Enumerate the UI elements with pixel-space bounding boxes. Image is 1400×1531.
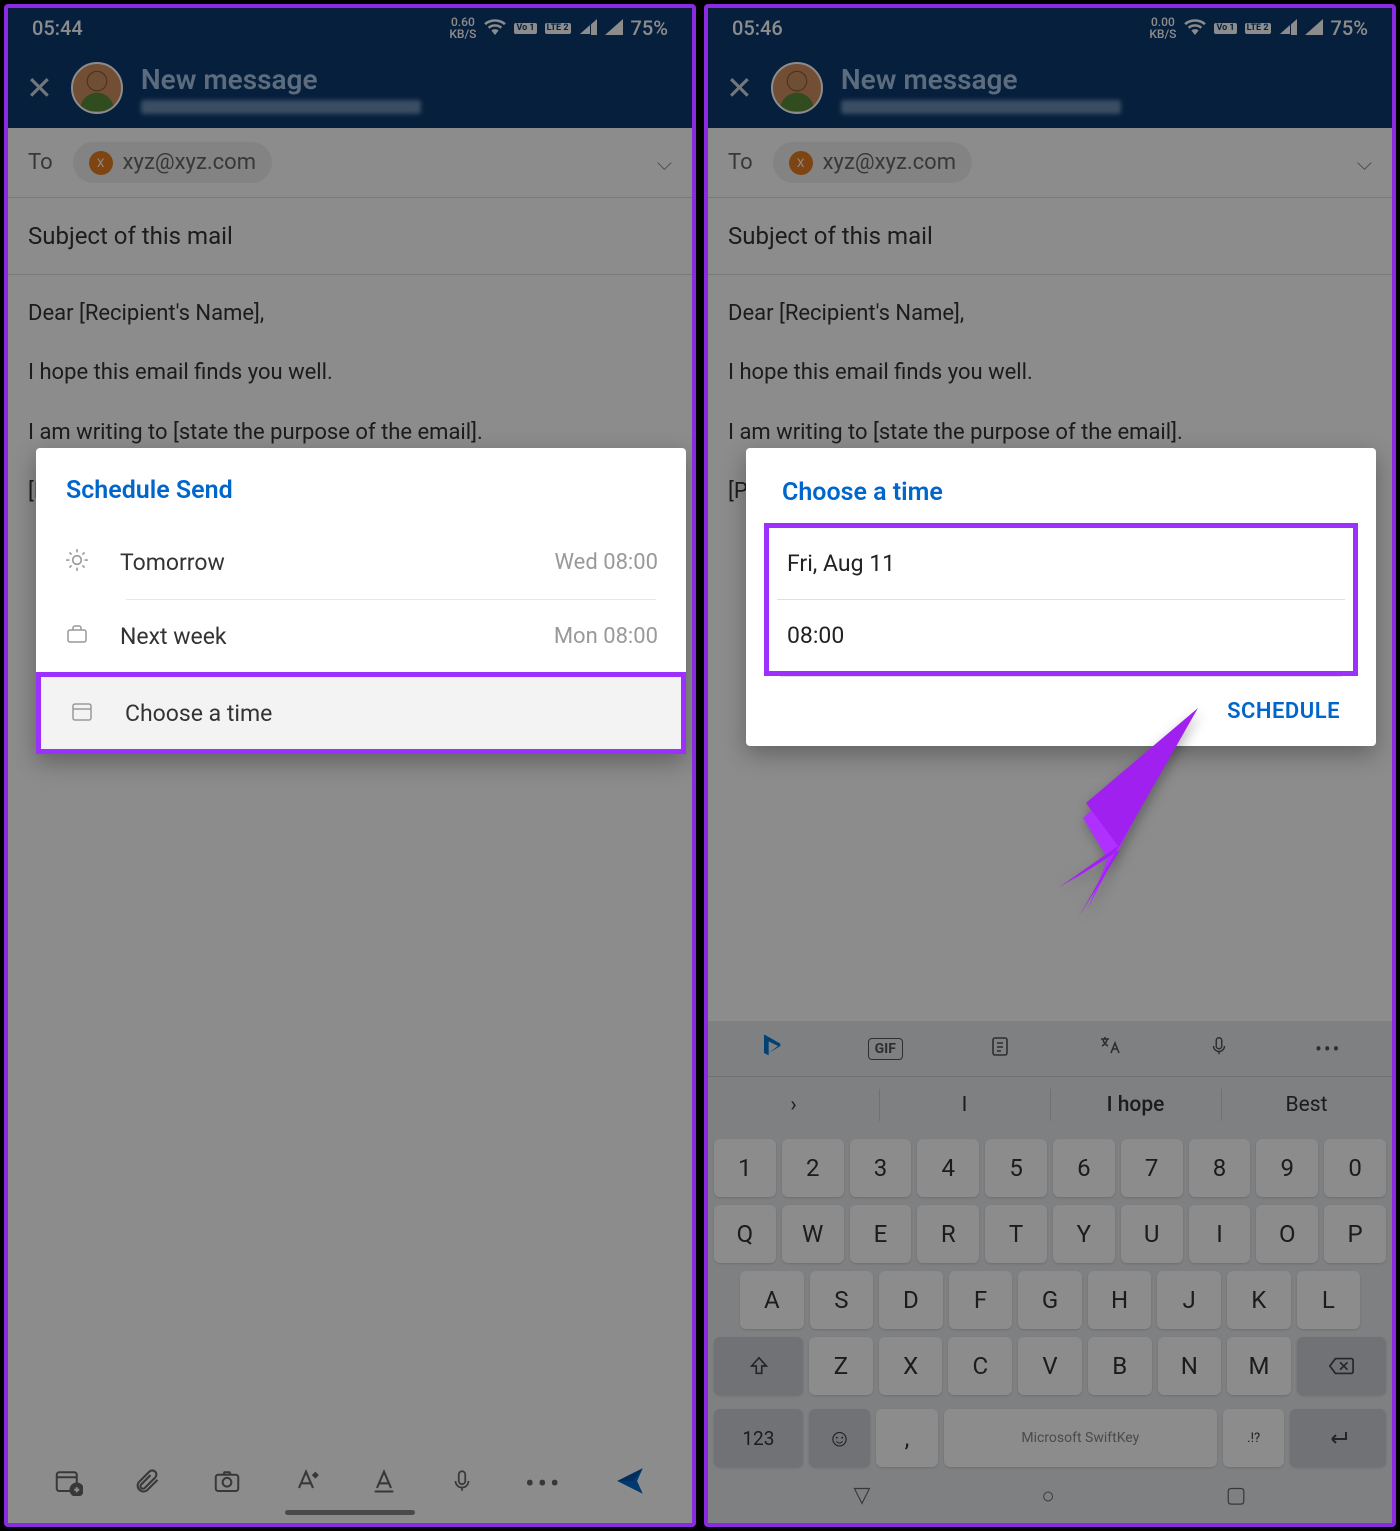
calendar-icon [69, 699, 95, 727]
choose-time-dialog: Choose a time Fri, Aug 11 08:00 SCHEDULE [746, 448, 1376, 746]
right-screen: 05:46 0.00KB/S Vo 1 LTE 2 75% ✕ New mess… [704, 4, 1396, 1527]
highlight-box: Fri, Aug 11 08:00 [764, 523, 1358, 676]
schedule-send-dialog: Schedule Send Tomorrow Wed 08:00 Next we… [36, 448, 686, 754]
option-tomorrow[interactable]: Tomorrow Wed 08:00 [36, 525, 686, 599]
briefcase-icon [64, 622, 90, 650]
option-next-week[interactable]: Next week Mon 08:00 [36, 600, 686, 672]
dialog-title: Schedule Send [36, 448, 686, 525]
time-field[interactable]: 08:00 [777, 600, 1345, 671]
modal-overlay [708, 8, 1392, 1523]
sun-icon [64, 547, 90, 577]
date-field[interactable]: Fri, Aug 11 [777, 528, 1345, 599]
dialog-title: Choose a time [746, 448, 1376, 523]
schedule-button[interactable]: SCHEDULE [746, 677, 1376, 746]
option-choose-time[interactable]: Choose a time [36, 672, 686, 754]
modal-overlay [8, 8, 692, 1523]
left-screen: 05:44 0.60KB/S Vo 1 LTE 2 75% ✕ New mess… [4, 4, 696, 1527]
